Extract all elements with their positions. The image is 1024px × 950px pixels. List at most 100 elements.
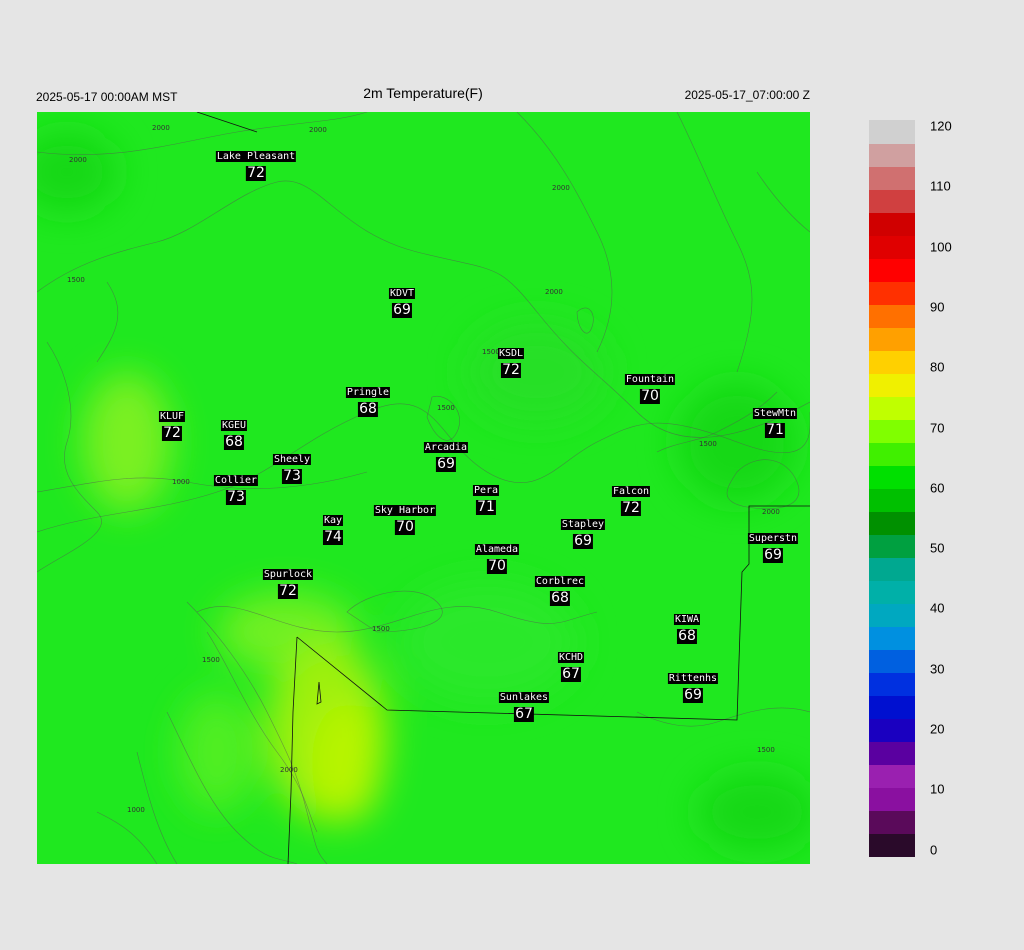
- station-name: Falcon: [611, 486, 651, 497]
- contour-label: 1500: [757, 746, 775, 754]
- station-marker[interactable]: Arcadia 69: [423, 437, 469, 472]
- colorbar-segment: [869, 373, 915, 397]
- station-temperature: 67: [514, 706, 534, 722]
- station-name: Stapley: [560, 519, 606, 530]
- station-name: Rittenhs: [667, 673, 719, 684]
- station-marker[interactable]: Alameda 70: [474, 539, 520, 574]
- colorbar-segment: [869, 327, 915, 351]
- station-name: Pringle: [345, 387, 391, 398]
- colorbar-segment: [869, 626, 915, 650]
- station-marker[interactable]: StewMtn 71: [752, 403, 798, 438]
- colorbar-segment: [869, 787, 915, 811]
- colorbar-segment: [869, 235, 915, 259]
- station-marker[interactable]: Pera 71: [472, 480, 500, 515]
- map-field-layer: 2000 2000 2000 2000 1500 1000 1500 1500 …: [37, 112, 810, 864]
- station-temperature: 71: [476, 499, 496, 515]
- station-temperature: 69: [573, 533, 593, 549]
- station-name: KDVT: [388, 288, 416, 299]
- station-name: Sky Harbor: [373, 505, 437, 516]
- station-name: Pera: [472, 485, 500, 496]
- colorbar-segment: [869, 465, 915, 489]
- colorbar-segment: [869, 718, 915, 742]
- station-marker[interactable]: Fountain 70: [624, 369, 676, 404]
- station-temperature: 70: [395, 519, 415, 535]
- contour-label: 1500: [202, 656, 220, 664]
- station-marker[interactable]: Rittenhs 69: [667, 668, 719, 703]
- station-name: Lake Pleasant: [215, 151, 297, 162]
- contour-label: 2000: [552, 184, 570, 192]
- station-marker[interactable]: KDVT 69: [388, 283, 416, 318]
- station-marker[interactable]: KGEU 68: [220, 415, 248, 450]
- station-temperature: 68: [358, 401, 378, 417]
- station-name: Sunlakes: [498, 692, 550, 703]
- colorbar-segment: [869, 833, 915, 857]
- colorbar-tick-label: 110: [930, 178, 951, 194]
- colorbar-tick-label: 60: [930, 480, 945, 496]
- station-temperature: 67: [561, 666, 581, 682]
- station-name: KGEU: [220, 420, 248, 431]
- station-temperature: 68: [677, 628, 697, 644]
- station-marker[interactable]: KLUF 72: [158, 406, 186, 441]
- colorbar-segment: [869, 557, 915, 581]
- colorbar-tick-label: 50: [930, 540, 945, 556]
- contour-label: 1500: [67, 276, 85, 284]
- colorbar-tick-label: 10: [930, 781, 945, 797]
- station-marker[interactable]: Falcon 72: [611, 481, 651, 516]
- station-marker[interactable]: Stapley 69: [560, 514, 606, 549]
- colorbar-segment: [869, 534, 915, 558]
- station-marker[interactable]: Pringle 68: [345, 382, 391, 417]
- colorbar-segment: [869, 695, 915, 719]
- station-marker[interactable]: Corblrec 68: [534, 571, 586, 606]
- station-temperature: 68: [550, 590, 570, 606]
- temperature-map[interactable]: 2000 2000 2000 2000 1500 1000 1500 1500 …: [37, 112, 810, 864]
- station-temperature: 72: [501, 362, 521, 378]
- colorbar-segment: [869, 120, 915, 144]
- station-temperature: 72: [278, 583, 298, 599]
- station-temperature: 69: [436, 456, 456, 472]
- station-temperature: 71: [765, 422, 785, 438]
- station-name: Fountain: [624, 374, 676, 385]
- station-temperature: 72: [162, 425, 182, 441]
- contour-label: 2000: [152, 124, 170, 132]
- contour-label: 2000: [280, 766, 298, 774]
- contour-label: 1500: [372, 625, 390, 633]
- station-name: Superstn: [747, 533, 799, 544]
- station-name: Kay: [322, 515, 344, 526]
- colorbar-segment: [869, 212, 915, 236]
- colorbar-segment: [869, 603, 915, 627]
- station-temperature: 72: [246, 165, 266, 181]
- station-temperature: 73: [282, 468, 302, 484]
- colorbar-tick-label: 20: [930, 721, 945, 737]
- colorbar-segment: [869, 488, 915, 512]
- station-marker[interactable]: KIWA 68: [673, 609, 701, 644]
- station-marker[interactable]: Collier 73: [213, 470, 259, 505]
- station-name: StewMtn: [752, 408, 798, 419]
- station-temperature: 74: [323, 529, 343, 545]
- station-marker[interactable]: Sheely 73: [272, 449, 312, 484]
- station-marker[interactable]: Sky Harbor 70: [373, 500, 437, 535]
- station-marker[interactable]: KSDL 72: [497, 343, 525, 378]
- station-marker[interactable]: Lake Pleasant 72: [215, 146, 297, 181]
- station-marker[interactable]: Superstn 69: [747, 528, 799, 563]
- colorbar-segment: [869, 511, 915, 535]
- colorbar-segment: [869, 189, 915, 213]
- colorbar-segment: [869, 350, 915, 374]
- station-temperature: 70: [487, 558, 507, 574]
- colorbar-tick-label: 40: [930, 600, 945, 616]
- contour-label: 2000: [545, 288, 563, 296]
- colorbar-tick-label: 0: [930, 842, 938, 858]
- station-marker[interactable]: KCHD 67: [557, 647, 585, 682]
- contour-label: 2000: [762, 508, 780, 516]
- contour-label: 2000: [309, 126, 327, 134]
- station-temperature: 69: [392, 302, 412, 318]
- station-marker[interactable]: Sunlakes 67: [498, 687, 550, 722]
- station-temperature: 70: [640, 388, 660, 404]
- colorbar-tick-label: 80: [930, 359, 945, 375]
- colorbar-tick-label: 90: [930, 299, 945, 315]
- station-marker[interactable]: Kay 74: [322, 510, 344, 545]
- station-name: KLUF: [158, 411, 186, 422]
- station-temperature: 69: [683, 687, 703, 703]
- colorbar-segment: [869, 143, 915, 167]
- colorbar-tick-label: 120: [930, 118, 952, 134]
- station-marker[interactable]: Spurlock 72: [262, 564, 314, 599]
